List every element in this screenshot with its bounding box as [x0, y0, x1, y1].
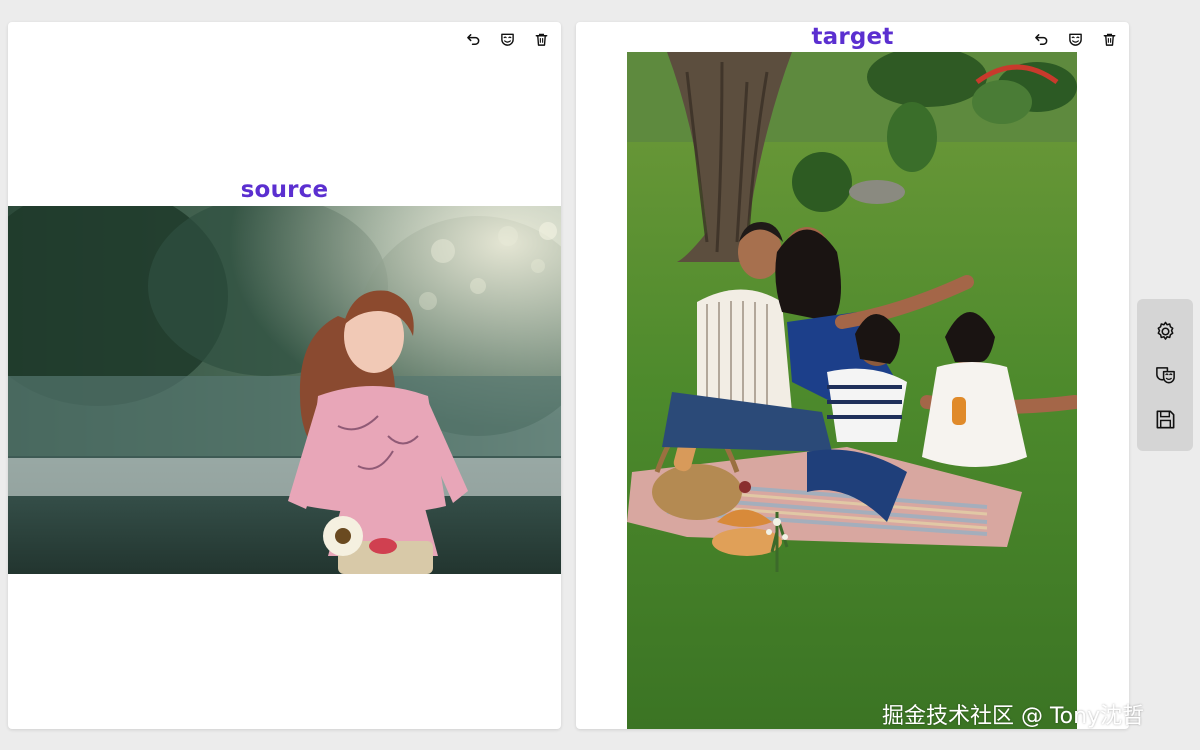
theater-mask-icon	[500, 33, 514, 46]
theater-mask-icon	[1068, 33, 1082, 46]
target-undo-button[interactable]	[1031, 29, 1051, 49]
source-mask-button[interactable]	[497, 29, 517, 49]
source-label: source	[240, 177, 329, 203]
source-panel: source	[8, 22, 561, 729]
target-mask-button[interactable]	[1065, 29, 1085, 49]
app-canvas: source target 掘金技术社区 @ Tony沈哲	[0, 0, 1200, 750]
save-button[interactable]	[1150, 404, 1180, 434]
trash-icon	[535, 33, 547, 46]
target-image[interactable]	[627, 52, 1077, 729]
settings-button[interactable]	[1150, 316, 1180, 346]
undo-icon	[1034, 33, 1047, 45]
source-undo-button[interactable]	[463, 29, 483, 49]
target-delete-button[interactable]	[1099, 29, 1119, 49]
theater-masks-icon	[1155, 366, 1175, 383]
gear-icon	[1157, 321, 1173, 340]
side-toolbar	[1137, 299, 1193, 451]
source-delete-button[interactable]	[531, 29, 551, 49]
masks-button[interactable]	[1150, 360, 1180, 390]
target-panel: target	[576, 22, 1129, 729]
watermark: 掘金技术社区 @ Tony沈哲	[882, 704, 1145, 729]
save-icon	[1156, 410, 1174, 428]
trash-icon	[1103, 33, 1115, 46]
target-toolbar	[1031, 29, 1119, 49]
source-image[interactable]	[8, 206, 561, 574]
source-toolbar	[463, 29, 551, 49]
undo-icon	[466, 33, 479, 45]
